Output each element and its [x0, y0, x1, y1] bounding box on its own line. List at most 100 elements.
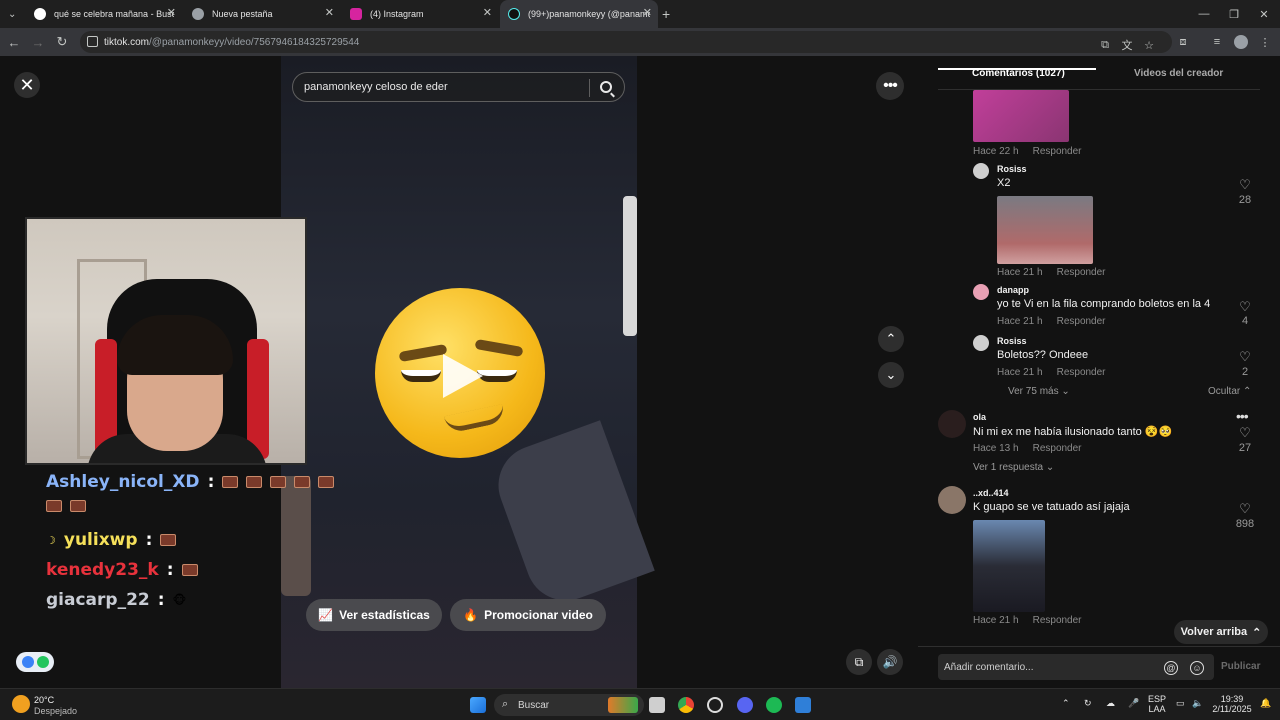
avatar[interactable] — [938, 486, 966, 514]
weather-icon[interactable] — [12, 695, 30, 713]
close-icon[interactable]: ✕ — [325, 6, 334, 19]
promote-button[interactable]: 🔥 Promocionar video — [450, 599, 606, 631]
heart-icon[interactable]: ♡ — [1238, 350, 1252, 363]
view-replies[interactable]: Ver 1 respuesta ⌄ — [973, 462, 1054, 473]
play-icon[interactable] — [443, 354, 483, 398]
volume-icon[interactable]: 🔊 — [877, 649, 903, 675]
comment-username[interactable]: ..xd..414 — [973, 488, 1009, 498]
comment-image[interactable] — [973, 520, 1045, 612]
comment-image[interactable] — [997, 196, 1093, 264]
tab-creator-videos[interactable]: Videos del creador — [1134, 68, 1223, 79]
back-arrow-icon[interactable]: ← — [2, 28, 26, 56]
reply-link[interactable]: Responder — [1033, 443, 1082, 454]
minimize-icon[interactable]: — — [1188, 0, 1220, 28]
cloud-icon[interactable]: ☁ — [1106, 698, 1115, 708]
star-icon[interactable]: ☆ — [1142, 38, 1156, 52]
avatar[interactable] — [973, 335, 989, 351]
close-icon[interactable]: ✕ — [167, 6, 176, 19]
avatar[interactable] — [973, 163, 989, 179]
back-to-top-button[interactable]: Volver arriba ⌃ — [1174, 620, 1268, 644]
media-icon[interactable]: ≡ — [1210, 35, 1224, 49]
reply-link[interactable]: Responder — [1033, 615, 1082, 626]
view-more-replies[interactable]: Ver 75 más ⌄ — [1008, 386, 1070, 397]
close-icon[interactable]: ✕ — [643, 6, 652, 19]
mention-icon[interactable]: @ — [1164, 661, 1178, 675]
tab-instagram[interactable]: (4) Instagram ✕ — [342, 0, 498, 28]
menu-icon[interactable]: ⋮ — [1258, 35, 1272, 49]
picture-in-picture-icon[interactable]: ⧉ — [846, 649, 872, 675]
stream-chat-overlay: Ashley_nicol_XD: ☽ yulixwp: kenedy23_k: … — [40, 468, 335, 618]
chevron-up-icon[interactable]: ⌃ — [1062, 698, 1070, 708]
next-video-icon[interactable]: ⌄ — [878, 362, 904, 388]
heart-icon[interactable]: ♡ — [1238, 426, 1252, 439]
heart-icon[interactable]: ♡ — [1238, 300, 1252, 313]
reply-link[interactable]: Responder — [1057, 267, 1106, 278]
tab-new-tab[interactable]: Nueva pestaña ✕ — [184, 0, 340, 28]
chrome-icon[interactable] — [678, 697, 694, 713]
task-view-icon[interactable] — [649, 697, 665, 713]
address-bar[interactable]: tiktok.com/@panamonkeyy/video/7567946184… — [80, 31, 1172, 53]
reply-link[interactable]: Responder — [1057, 367, 1106, 378]
comment-time: Hace 21 h — [997, 367, 1043, 378]
close-icon[interactable]: ✕ — [483, 6, 492, 19]
comment-text: yo te Vi en la fila comprando boletos en… — [997, 298, 1211, 310]
tab-search-button[interactable]: ⌄ — [0, 0, 24, 28]
comment-username[interactable]: danapp — [997, 285, 1029, 295]
avatar[interactable] — [938, 410, 966, 438]
profile-avatar[interactable] — [1234, 35, 1248, 49]
tab-title: (4) Instagram — [370, 9, 424, 19]
speaker-icon[interactable]: 🔈 — [1192, 698, 1203, 708]
reply-link[interactable]: Responder — [1033, 146, 1082, 157]
heart-icon[interactable]: ♡ — [1238, 502, 1252, 515]
taskbar-search[interactable]: ⌕ Buscar — [494, 694, 644, 716]
emoji-picker-icon[interactable]: ☺ — [1190, 661, 1204, 675]
cast-icon[interactable]: ⧉ — [1098, 38, 1112, 52]
chat-colon: : — [157, 590, 165, 610]
clock[interactable]: 19:39 2/11/2025 — [1212, 694, 1252, 714]
chat-line: giacarp_22: 🐵 — [46, 590, 186, 610]
heart-icon[interactable]: ♡ — [1238, 178, 1252, 191]
reply-link[interactable]: Responder — [1057, 316, 1106, 327]
notification-icon[interactable]: 🔔 — [1260, 698, 1271, 708]
discord-icon[interactable] — [737, 697, 753, 713]
panel-tabs: Comentarios (1027) Videos del creador — [938, 56, 1260, 90]
comment-composer: Añadir comentario... @ ☺ Publicar — [918, 646, 1280, 688]
extension-badge[interactable] — [16, 652, 54, 672]
comment-meta: Hace 21 h Responder — [997, 367, 1106, 378]
reload-icon[interactable]: ↻ — [50, 28, 74, 56]
site-info-icon[interactable] — [87, 36, 98, 47]
previous-video-icon[interactable]: ⌃ — [878, 326, 904, 352]
windows-start-icon[interactable] — [470, 697, 486, 713]
comment-meta: Hace 21 h Responder — [997, 316, 1106, 327]
comment-username[interactable]: Rosiss — [997, 336, 1027, 346]
app-icon[interactable] — [795, 697, 811, 713]
chat-username: kenedy23_k — [46, 560, 159, 580]
more-options-icon[interactable]: ••• — [876, 72, 904, 100]
close-icon[interactable]: ✕ — [14, 72, 40, 98]
tab-tiktok[interactable]: (99+)panamonkeyy (@panamonkeyy) ✕ — [500, 0, 658, 28]
comment-username[interactable]: Rosiss — [997, 164, 1027, 174]
more-options-icon[interactable]: ••• — [1236, 408, 1249, 424]
hide-replies[interactable]: Ocultar ⌃ — [1208, 386, 1251, 397]
sync-icon[interactable]: ↻ — [1084, 698, 1092, 708]
spotify-icon[interactable] — [766, 697, 782, 713]
extensions-icon[interactable]: ⧈ — [1176, 35, 1190, 49]
tab-google-search[interactable]: qué se celebra mañana - Buscar ✕ — [26, 0, 182, 28]
search-icon[interactable] — [600, 81, 612, 93]
stats-button[interactable]: 📈 Ver estadísticas — [306, 599, 442, 631]
close-window-icon[interactable]: ✕ — [1248, 0, 1280, 28]
network-icon[interactable]: ▭ — [1176, 698, 1185, 708]
comment-image[interactable] — [973, 90, 1069, 142]
language-indicator[interactable]: ESP LAA — [1148, 694, 1166, 714]
publish-button[interactable]: Publicar — [1221, 661, 1260, 672]
forward-arrow-icon[interactable]: → — [26, 28, 50, 56]
avatar[interactable] — [973, 284, 989, 300]
new-tab-button[interactable]: + — [662, 6, 670, 22]
comment-input[interactable]: Añadir comentario... @ ☺ — [938, 654, 1214, 680]
translate-icon[interactable]: 文 — [1120, 38, 1134, 52]
search-input[interactable]: panamonkeyy celoso de eder — [292, 72, 625, 102]
restore-icon[interactable]: ❐ — [1218, 0, 1250, 28]
comment-username[interactable]: ola — [973, 412, 986, 422]
app-icon[interactable] — [707, 697, 723, 713]
microphone-icon[interactable]: 🎤 — [1128, 698, 1139, 708]
